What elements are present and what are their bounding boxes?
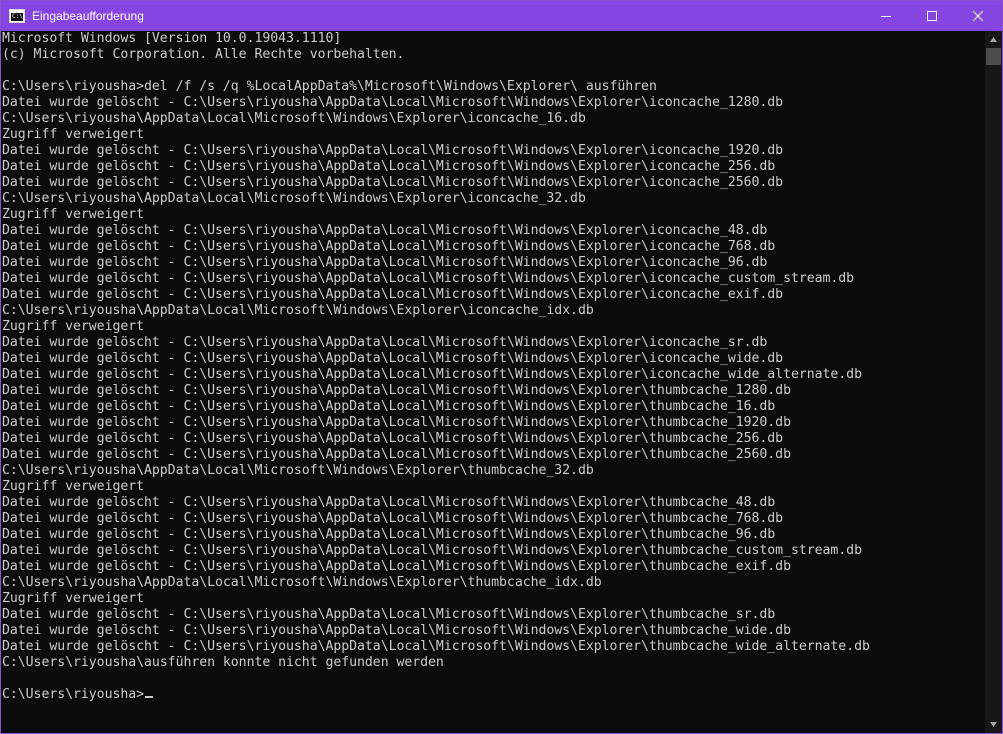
console-line: Datei wurde gelöscht - C:\Users\riyousha… [2, 639, 870, 654]
console-line: C:\Users\riyousha\AppData\Local\Microsof… [2, 111, 586, 126]
console-line: Datei wurde gelöscht - C:\Users\riyousha… [2, 223, 768, 238]
console-line: C:\Users\riyousha\AppData\Local\Microsof… [2, 575, 602, 590]
console-line: C:\Users\riyousha>del /f /s /q %LocalApp… [2, 79, 657, 94]
console-line: Zugriff verweigert [2, 127, 145, 142]
console-line: Datei wurde gelöscht - C:\Users\riyousha… [2, 175, 784, 190]
console-line: Microsoft Windows [Version 10.0.19043.11… [2, 31, 342, 46]
console-line: Datei wurde gelöscht - C:\Users\riyousha… [2, 495, 776, 510]
console-line: Zugriff verweigert [2, 207, 145, 222]
close-button[interactable] [955, 1, 1001, 31]
console-icon[interactable]: C:\_ [9, 9, 27, 23]
console-line: Datei wurde gelöscht - C:\Users\riyousha… [2, 95, 784, 110]
console-line: Zugriff verweigert [2, 479, 145, 494]
close-icon [973, 11, 983, 21]
console-line: Datei wurde gelöscht - C:\Users\riyousha… [2, 399, 776, 414]
console-line: C:\Users\riyousha\AppData\Local\Microsof… [2, 303, 594, 318]
console-line: Datei wurde gelöscht - C:\Users\riyousha… [2, 271, 855, 286]
minimize-button[interactable] [863, 1, 909, 31]
console-line: Datei wurde gelöscht - C:\Users\riyousha… [2, 287, 784, 302]
maximize-button[interactable] [909, 1, 955, 31]
scroll-down-button[interactable] [985, 716, 1002, 733]
console-window: C:\_ Eingabeaufforderung Microsoft Windo… [0, 0, 1003, 734]
console-line: Datei wurde gelöscht - C:\Users\riyousha… [2, 143, 784, 158]
console-line: Datei wurde gelöscht - C:\Users\riyousha… [2, 511, 784, 526]
console-line: C:\Users\riyousha\ausführen konnte nicht… [2, 655, 444, 670]
console-icon-prompt: C:\_ [12, 13, 27, 20]
console-line: Datei wurde gelöscht - C:\Users\riyousha… [2, 335, 768, 350]
console-line: Datei wurde gelöscht - C:\Users\riyousha… [2, 447, 791, 462]
vertical-scrollbar[interactable] [985, 31, 1002, 733]
title-bar[interactable]: C:\_ Eingabeaufforderung [1, 1, 1002, 31]
console-prompt: C:\Users\riyousha> [2, 687, 145, 702]
scroll-up-arrow-icon [990, 37, 997, 42]
console-line: Datei wurde gelöscht - C:\Users\riyousha… [2, 351, 784, 366]
console-line: C:\Users\riyousha\AppData\Local\Microsof… [2, 463, 594, 478]
console-line: Datei wurde gelöscht - C:\Users\riyousha… [2, 255, 768, 270]
console-line: Zugriff verweigert [2, 591, 145, 606]
console-line: C:\Users\riyousha\AppData\Local\Microsof… [2, 191, 586, 206]
minimize-icon [881, 16, 891, 17]
console-line: Datei wurde gelöscht - C:\Users\riyousha… [2, 559, 791, 574]
console-line: Datei wurde gelöscht - C:\Users\riyousha… [2, 607, 776, 622]
console-prompt-line[interactable]: C:\Users\riyousha> [1, 687, 985, 703]
console-line: Datei wurde gelöscht - C:\Users\riyousha… [2, 383, 791, 398]
console-line: Datei wurde gelöscht - C:\Users\riyousha… [2, 431, 784, 446]
console-output[interactable]: Microsoft Windows [Version 10.0.19043.11… [1, 31, 985, 733]
text-cursor [145, 696, 154, 698]
console-line: Datei wurde gelöscht - C:\Users\riyousha… [2, 367, 862, 382]
console-line: Datei wurde gelöscht - C:\Users\riyousha… [2, 623, 791, 638]
console-line: Datei wurde gelöscht - C:\Users\riyousha… [2, 527, 776, 542]
console-line: Datei wurde gelöscht - C:\Users\riyousha… [2, 415, 791, 430]
console-line: Zugriff verweigert [2, 319, 145, 334]
window-title: Eingabeaufforderung [32, 9, 144, 23]
scroll-thumb[interactable] [986, 48, 1001, 65]
console-line: Datei wurde gelöscht - C:\Users\riyousha… [2, 543, 862, 558]
scroll-up-button[interactable] [985, 31, 1002, 48]
maximize-icon [927, 11, 937, 21]
console-line: Datei wurde gelöscht - C:\Users\riyousha… [2, 159, 776, 174]
console-line: (c) Microsoft Corporation. Alle Rechte v… [2, 47, 405, 62]
scroll-down-arrow-icon [990, 722, 997, 727]
console-line: Datei wurde gelöscht - C:\Users\riyousha… [2, 239, 776, 254]
